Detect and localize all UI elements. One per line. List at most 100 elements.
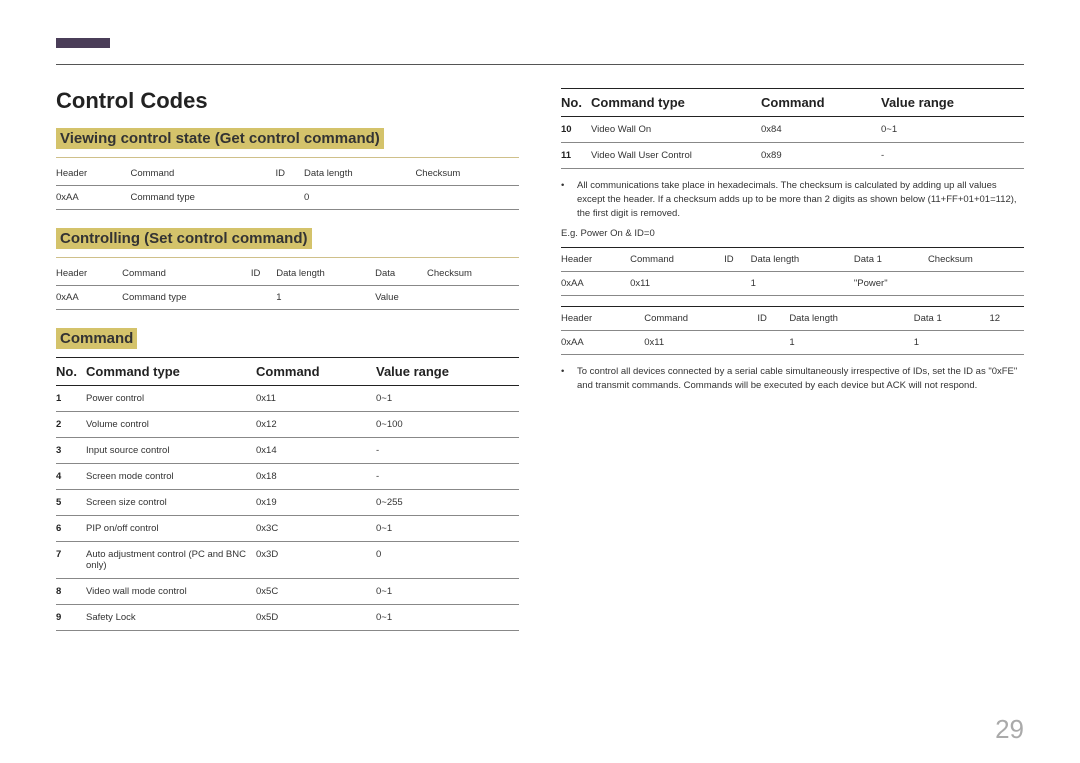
table-row: 6PIP on/off control0x3C0~1 — [56, 516, 519, 542]
table-row: 7Auto adjustment control (PC and BNC onl… — [56, 542, 519, 579]
th: Data length — [304, 162, 415, 186]
th-type: Command type — [86, 358, 256, 386]
th: Command — [630, 248, 724, 272]
page-number: 29 — [995, 714, 1024, 745]
td-type: Volume control — [86, 412, 256, 438]
td: 1 — [789, 331, 913, 355]
set-table: Header Command ID Data length Data Check… — [56, 262, 519, 310]
td: Value — [375, 286, 427, 310]
td: 1 — [914, 331, 990, 355]
td-range: - — [376, 438, 519, 464]
td-no: 10 — [561, 117, 591, 143]
td-type: Screen size control — [86, 490, 256, 516]
th-type: Command type — [591, 89, 761, 117]
td-cmd: 0x11 — [256, 386, 376, 412]
th: 12 — [989, 307, 1024, 331]
td-type: Power control — [86, 386, 256, 412]
td — [757, 331, 789, 355]
page-title: Control Codes — [56, 88, 519, 114]
td-no: 9 — [56, 605, 86, 631]
td-cmd: 0x14 — [256, 438, 376, 464]
td: 0x11 — [630, 272, 724, 296]
th: ID — [724, 248, 751, 272]
td-range: 0~1 — [376, 386, 519, 412]
td-cmd: 0x12 — [256, 412, 376, 438]
th: Checksum — [928, 248, 1024, 272]
hr — [56, 157, 519, 158]
td: 0xAA — [561, 272, 630, 296]
command-table-left: No. Command type Command Value range 1Po… — [56, 357, 519, 631]
note-text: To control all devices connected by a se… — [577, 365, 1024, 393]
td: 0xAA — [56, 286, 122, 310]
td: "Power" — [854, 272, 928, 296]
td-range: 0~255 — [376, 490, 519, 516]
bullet-dot: • — [561, 365, 577, 393]
note-broadcast: • To control all devices connected by a … — [561, 365, 1024, 393]
th-range: Value range — [881, 89, 1024, 117]
example-label: E.g. Power On & ID=0 — [561, 228, 1024, 239]
td-range: 0~100 — [376, 412, 519, 438]
td-range: 0~1 — [376, 516, 519, 542]
example-table-2: Header Command ID Data length Data 1 12 … — [561, 306, 1024, 355]
td-type: Input source control — [86, 438, 256, 464]
td-range: 0~1 — [376, 605, 519, 631]
heading-command: Command — [56, 328, 137, 349]
td-range: 0 — [376, 542, 519, 579]
td-no: 11 — [561, 143, 591, 169]
th-cmd: Command — [761, 89, 881, 117]
table-row: 2Volume control0x120~100 — [56, 412, 519, 438]
table-row: 9Safety Lock0x5D0~1 — [56, 605, 519, 631]
command-block: Command No. Command type Command Value r… — [56, 328, 519, 631]
td-no: 1 — [56, 386, 86, 412]
td — [724, 272, 751, 296]
table-row: 4Screen mode control0x18- — [56, 464, 519, 490]
td-type: PIP on/off control — [86, 516, 256, 542]
td-type: Video Wall On — [591, 117, 761, 143]
th: Data length — [751, 248, 854, 272]
table-row: 3Input source control0x14- — [56, 438, 519, 464]
th: Data 1 — [854, 248, 928, 272]
td-cmd: 0x19 — [256, 490, 376, 516]
th-no: No. — [561, 89, 591, 117]
bullet-dot: • — [561, 179, 577, 220]
td: Command type — [122, 286, 251, 310]
th-cmd: Command — [256, 358, 376, 386]
th: Header — [561, 307, 644, 331]
td — [275, 186, 304, 210]
td-type: Safety Lock — [86, 605, 256, 631]
td-cmd: 0x5C — [256, 579, 376, 605]
left-column: Control Codes Viewing control state (Get… — [56, 88, 519, 649]
td-range: 0~1 — [376, 579, 519, 605]
command-table-right: No. Command type Command Value range 10V… — [561, 88, 1024, 169]
td — [251, 286, 276, 310]
td — [928, 272, 1024, 296]
view-block: Viewing control state (Get control comma… — [56, 128, 519, 210]
right-column: No. Command type Command Value range 10V… — [561, 88, 1024, 649]
chapter-tab-mark — [56, 38, 110, 48]
th: Header — [56, 162, 131, 186]
th: Checksum — [415, 162, 519, 186]
th: Header — [56, 262, 122, 286]
note-checksum: • All communications take place in hexad… — [561, 179, 1024, 220]
th: Data length — [276, 262, 375, 286]
td: 0xAA — [561, 331, 644, 355]
td: 0x11 — [644, 331, 757, 355]
top-rule — [56, 64, 1024, 65]
td-cmd: 0x18 — [256, 464, 376, 490]
th: Command — [131, 162, 276, 186]
table-row: 5Screen size control0x190~255 — [56, 490, 519, 516]
page: Control Codes Viewing control state (Get… — [0, 0, 1080, 763]
th: Header — [561, 248, 630, 272]
td-no: 6 — [56, 516, 86, 542]
heading-view: Viewing control state (Get control comma… — [56, 128, 384, 149]
th: Command — [122, 262, 251, 286]
td-type: Screen mode control — [86, 464, 256, 490]
heading-set: Controlling (Set control command) — [56, 228, 312, 249]
td: Command type — [131, 186, 276, 210]
td — [989, 331, 1024, 355]
table-row: 10Video Wall On0x840~1 — [561, 117, 1024, 143]
td-no: 4 — [56, 464, 86, 490]
view-table: Header Command ID Data length Checksum 0… — [56, 162, 519, 210]
th: ID — [251, 262, 276, 286]
td-cmd: 0x3C — [256, 516, 376, 542]
